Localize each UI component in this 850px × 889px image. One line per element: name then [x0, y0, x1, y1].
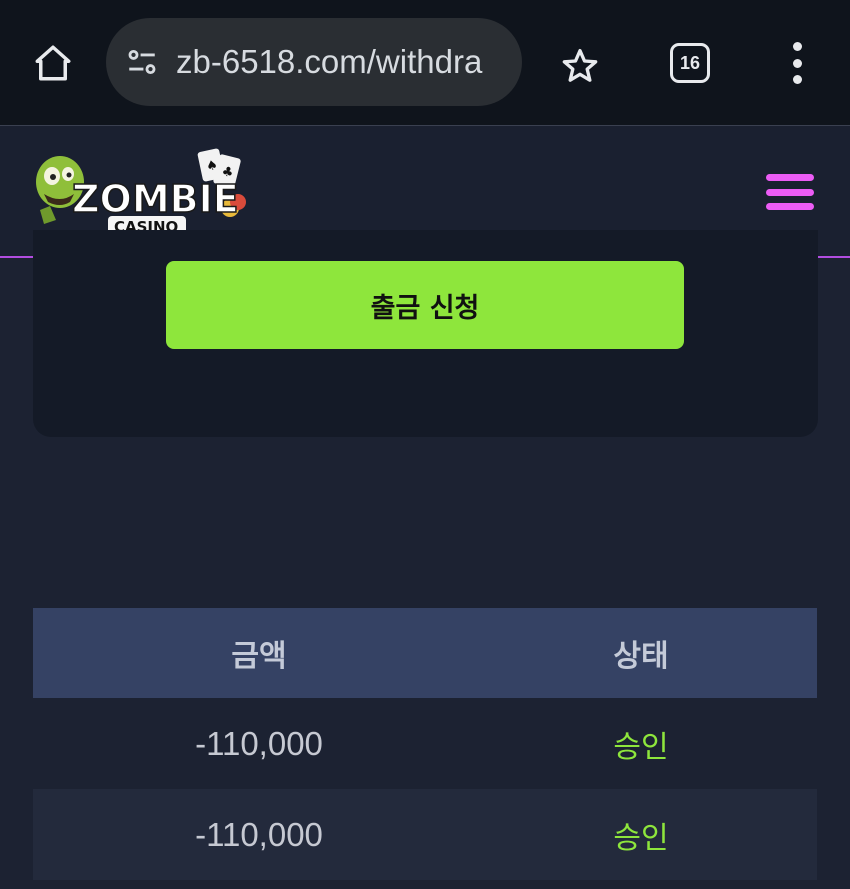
- withdraw-history-table: 금액 상태 -110,000 승인 -110,000 승인: [33, 608, 817, 880]
- withdraw-submit-button[interactable]: 출금 신청: [166, 261, 684, 349]
- zombie-casino-logo[interactable]: ♠ ♣ ZOMBIE CASINO: [30, 144, 252, 240]
- column-header-amount: 금액: [231, 639, 287, 674]
- amount-cell: -110,000: [195, 724, 323, 762]
- table-row[interactable]: -110,000 승인: [33, 698, 817, 789]
- table-row[interactable]: -110,000 승인: [33, 789, 817, 880]
- address-bar[interactable]: zb-6518.com/withdra: [106, 18, 522, 106]
- amount-cell: -110,000: [195, 815, 323, 853]
- logo-wordmark: ZOMBIE: [72, 177, 239, 221]
- site-settings-icon[interactable]: [124, 44, 160, 80]
- column-header-status: 상태: [613, 639, 669, 674]
- hamburger-menu-icon[interactable]: [766, 174, 814, 210]
- tab-switcher-button[interactable]: 16: [670, 43, 710, 83]
- status-cell: 승인: [613, 820, 669, 856]
- bookmark-star-icon[interactable]: [558, 44, 602, 88]
- home-icon[interactable]: [30, 40, 76, 86]
- browser-toolbar: zb-6518.com/withdra 16: [0, 0, 850, 125]
- more-options-icon[interactable]: [786, 42, 808, 84]
- status-cell: 승인: [613, 729, 669, 765]
- url-text: zb-6518.com/withdra: [176, 43, 483, 80]
- table-header: 금액 상태: [33, 608, 817, 698]
